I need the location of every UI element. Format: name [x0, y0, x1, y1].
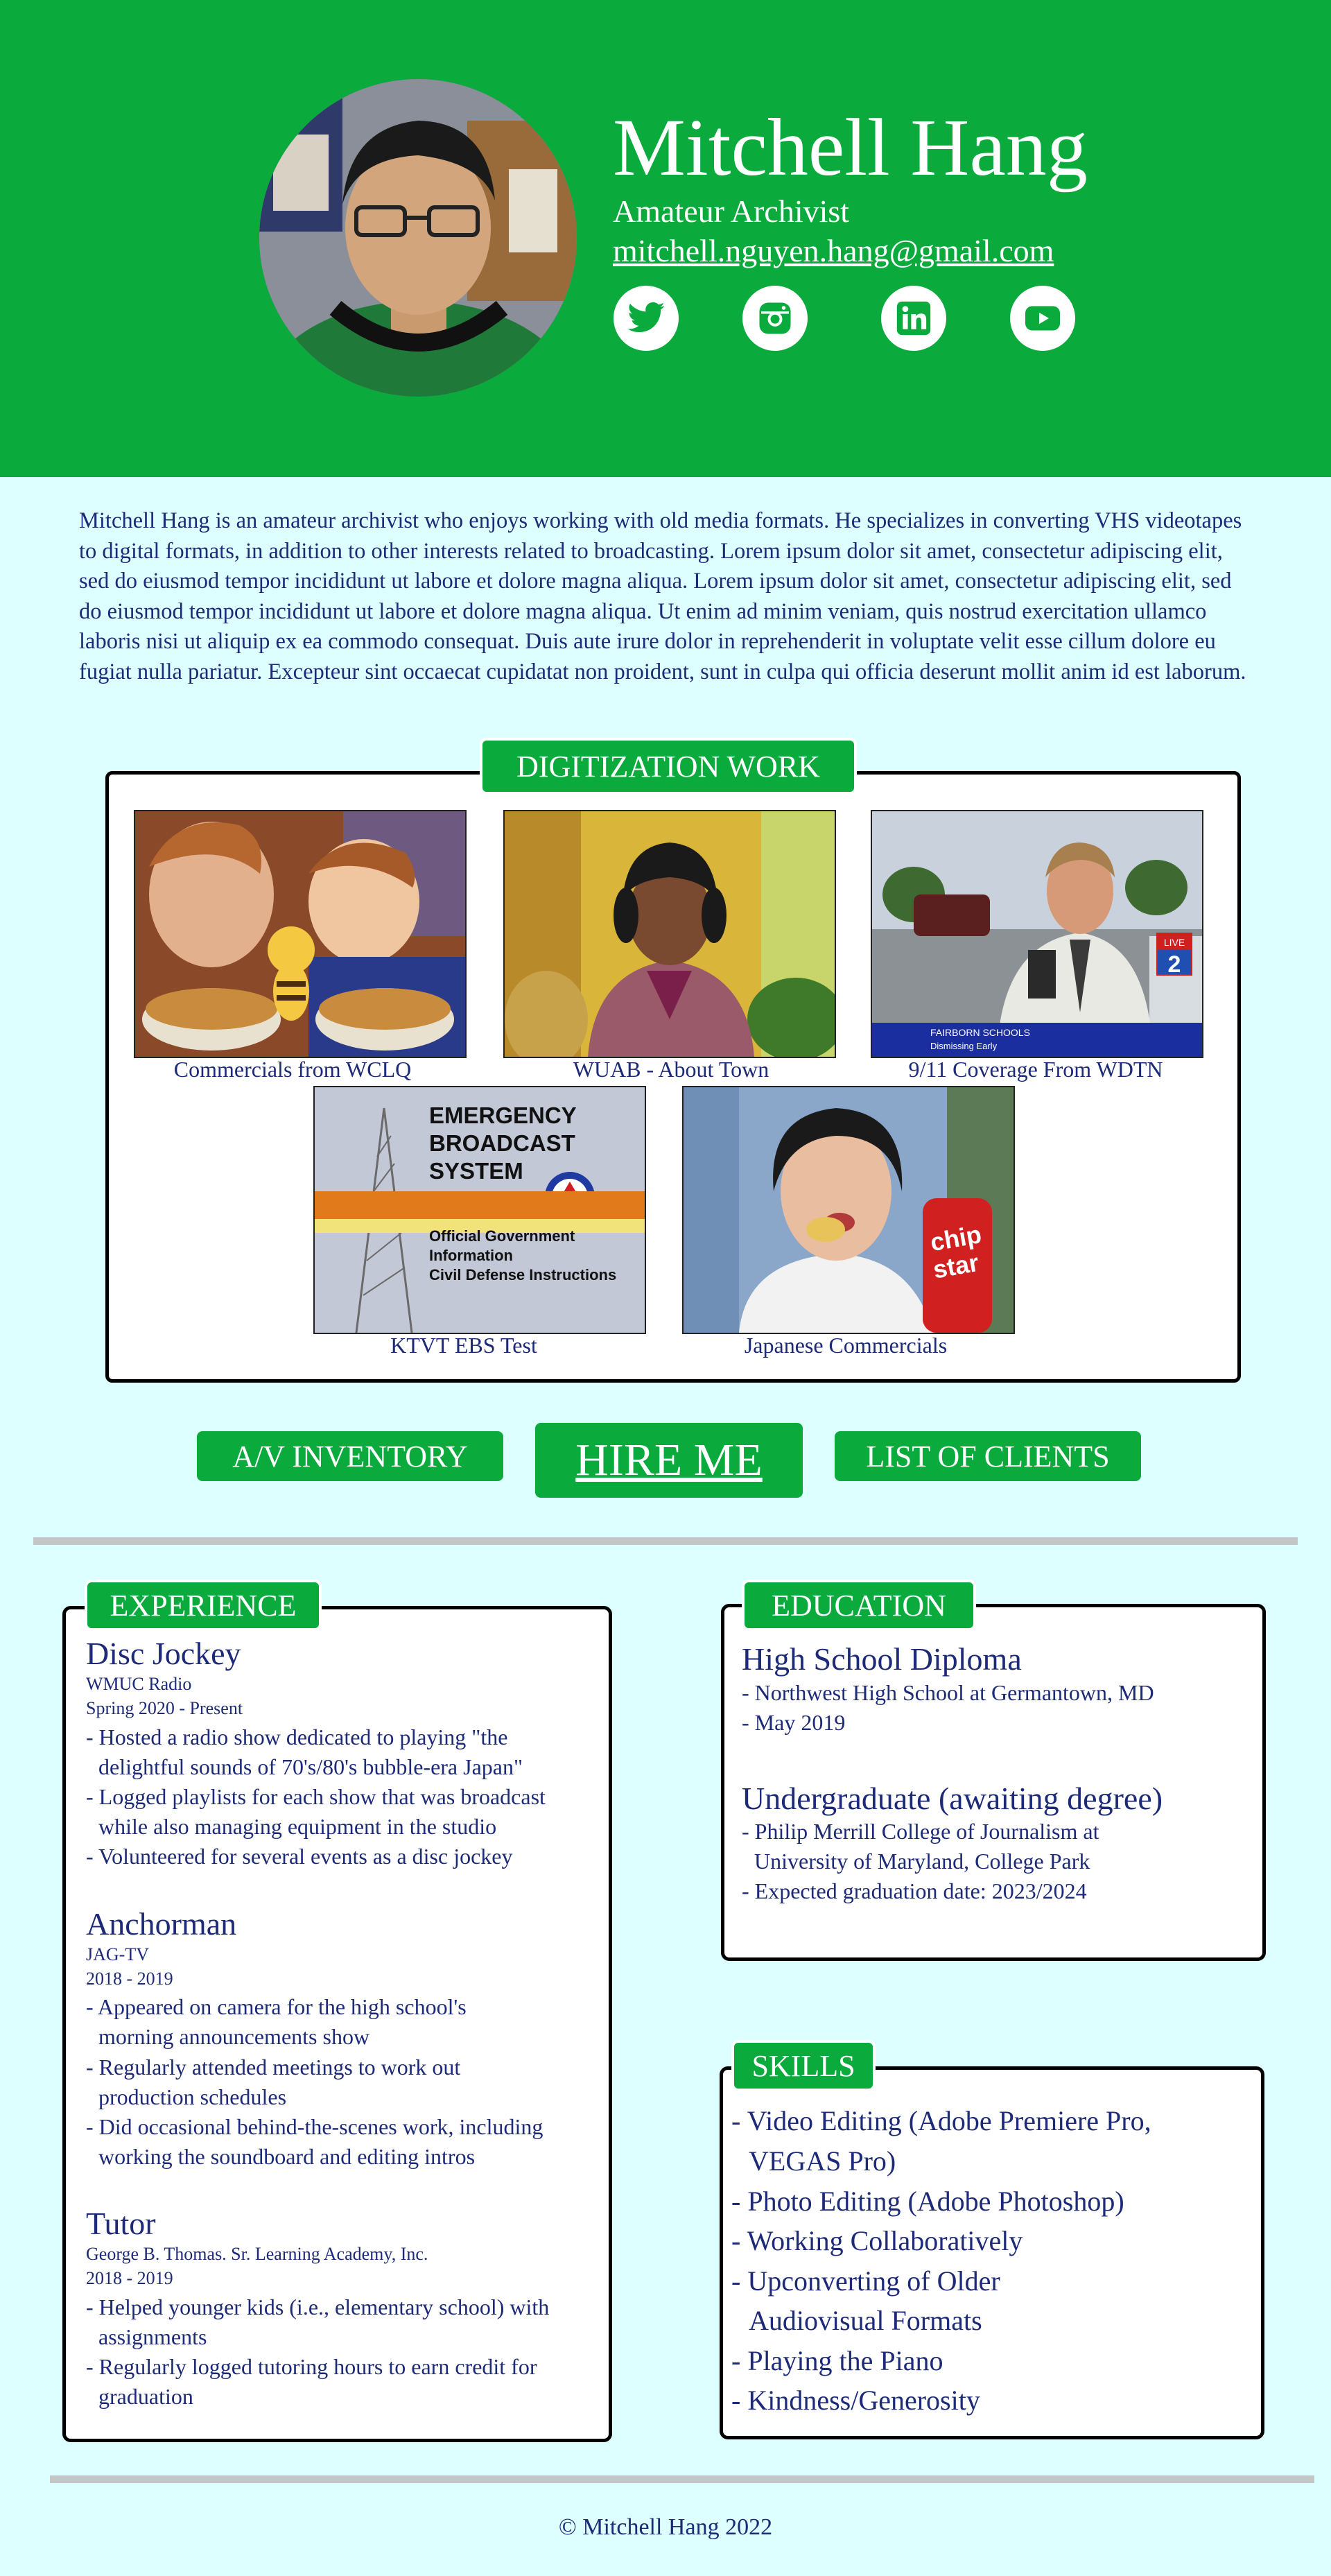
education-line: - Philip Merrill College of Journalism a…	[742, 1819, 1099, 1844]
education-line: - Northwest High School at Germantown, M…	[742, 1680, 1154, 1705]
svg-text:Information: Information	[429, 1247, 513, 1264]
subtitle-role: Amateur Archivist	[613, 193, 850, 229]
job-dates: 2018 - 2019	[86, 2268, 173, 2288]
thumbnail-japanese[interactable]: chip star	[682, 1086, 1015, 1334]
page-title: Mitchell Hang	[613, 102, 1088, 193]
job-bullet: production schedules	[98, 2084, 287, 2109]
youtube-icon[interactable]	[1010, 286, 1075, 351]
email-link[interactable]: mitchell.nguyen.hang@gmail.com	[613, 232, 1054, 269]
instagram-icon[interactable]	[742, 286, 808, 351]
svg-text:BROADCAST: BROADCAST	[429, 1130, 575, 1156]
job-bullet: - Regularly logged tutoring hours to ear…	[86, 2354, 537, 2379]
job-bullet: - Helped younger kids (i.e., elementary …	[86, 2294, 550, 2319]
skill-item: VEGAS Pro)	[749, 2145, 896, 2177]
skill-item: - Playing the Piano	[731, 2345, 943, 2376]
thumbnail-wclq[interactable]	[134, 810, 467, 1058]
caption-ktvt[interactable]: KTVT EBS Test	[270, 1333, 658, 1358]
caption-japanese[interactable]: Japanese Commercials	[652, 1333, 1040, 1358]
skill-item: Audiovisual Formats	[749, 2305, 982, 2336]
job-bullet: morning announcements show	[98, 2024, 370, 2049]
svg-text:SYSTEM: SYSTEM	[429, 1158, 523, 1184]
svg-text:Official Government: Official Government	[429, 1227, 575, 1245]
job-bullet: - Volunteered for several events as a di…	[86, 1844, 513, 1869]
av-inventory-button[interactable]: A/V INVENTORY	[197, 1431, 503, 1481]
job-bullet: - Did occasional behind-the-scenes work,…	[86, 2114, 543, 2139]
thumbnail-ktvt[interactable]: EMERGENCY BROADCAST SYSTEM CD Official G…	[313, 1086, 646, 1334]
thumbnail-wdtn[interactable]: LIVE 2 FAIRBORN SCHOOLS Dismissing Early	[871, 810, 1203, 1058]
job-bullet: - Hosted a radio show dedicated to playi…	[86, 1724, 508, 1749]
header-banner: Mitchell Hang Amateur Archivist mitchell…	[0, 0, 1331, 477]
thumbnail-wuab[interactable]	[503, 810, 836, 1058]
job-title: Disc Jockey	[86, 1636, 241, 1671]
svg-text:2: 2	[1168, 951, 1181, 978]
digitization-heading: DIGITIZATION WORK	[480, 738, 857, 795]
education-title: Undergraduate (awaiting degree)	[742, 1781, 1163, 1816]
hire-me-button[interactable]: HIRE ME	[535, 1423, 803, 1498]
job-bullet: assignments	[98, 2324, 207, 2349]
skills-heading: SKILLS	[731, 2040, 876, 2091]
education-line: - May 2019	[742, 1710, 846, 1735]
job-bullet: graduation	[98, 2384, 193, 2409]
overlay-headline: FAIRBORN SCHOOLS	[930, 1027, 1030, 1038]
education-heading: EDUCATION	[742, 1580, 976, 1631]
overlay-subline: Dismissing Early	[930, 1041, 998, 1051]
skill-item: - Photo Editing (Adobe Photoshop)	[731, 2186, 1124, 2217]
education-title: High School Diploma	[742, 1641, 1022, 1677]
job-bullet: - Regularly attended meetings to work ou…	[86, 2055, 461, 2080]
skill-item: - Video Editing (Adobe Premiere Pro,	[731, 2105, 1151, 2136]
job-bullet: working the soundboard and editing intro…	[98, 2144, 476, 2169]
live-badge: LIVE	[1164, 937, 1185, 948]
avatar	[259, 79, 577, 397]
job-org: JAG-TV	[86, 1944, 149, 1964]
skill-item: - Upconverting of Older	[731, 2265, 1000, 2297]
bio-paragraph: Mitchell Hang is an amateur archivist wh…	[79, 508, 1246, 684]
job-bullet: - Appeared on camera for the high school…	[86, 1994, 467, 2019]
avatar-photo	[259, 79, 577, 397]
education-line: - Expected graduation date: 2023/2024	[742, 1878, 1087, 1903]
job-bullet: while also managing equipment in the stu…	[98, 1814, 497, 1839]
job-dates: Spring 2020 - Present	[86, 1698, 243, 1718]
job-org: George B. Thomas. Sr. Learning Academy, …	[86, 2244, 428, 2264]
education-line: University of Maryland, College Park	[754, 1849, 1090, 1874]
linkedin-icon[interactable]	[881, 286, 946, 351]
section-divider	[33, 1537, 1298, 1545]
experience-heading: EXPERIENCE	[85, 1580, 322, 1631]
ebs-line-1: EMERGENCY	[429, 1103, 577, 1128]
job-org: WMUC Radio	[86, 1674, 192, 1694]
job-title: Tutor	[86, 2206, 156, 2241]
caption-wuab[interactable]: WUAB - About Town	[477, 1057, 865, 1082]
skill-item: - Kindness/Generosity	[731, 2385, 980, 2416]
list-of-clients-button[interactable]: LIST OF CLIENTS	[835, 1431, 1141, 1481]
skill-item: - Working Collaboratively	[731, 2225, 1023, 2256]
job-dates: 2018 - 2019	[86, 1969, 173, 1989]
twitter-icon[interactable]	[614, 286, 679, 351]
job-bullet: - Logged playlists for each show that wa…	[86, 1784, 546, 1809]
footer-divider	[50, 2475, 1314, 2483]
caption-wdtn[interactable]: 9/11 Coverage From WDTN	[842, 1057, 1230, 1082]
job-title: Anchorman	[86, 1906, 237, 1942]
caption-wclq[interactable]: Commercials from WCLQ	[98, 1057, 487, 1082]
footer-copyright: © Mitchell Hang 2022	[558, 2514, 773, 2540]
job-bullet: delightful sounds of 70's/80's bubble-er…	[98, 1754, 523, 1779]
svg-text:Civil Defense Instructions: Civil Defense Instructions	[429, 1266, 616, 1283]
